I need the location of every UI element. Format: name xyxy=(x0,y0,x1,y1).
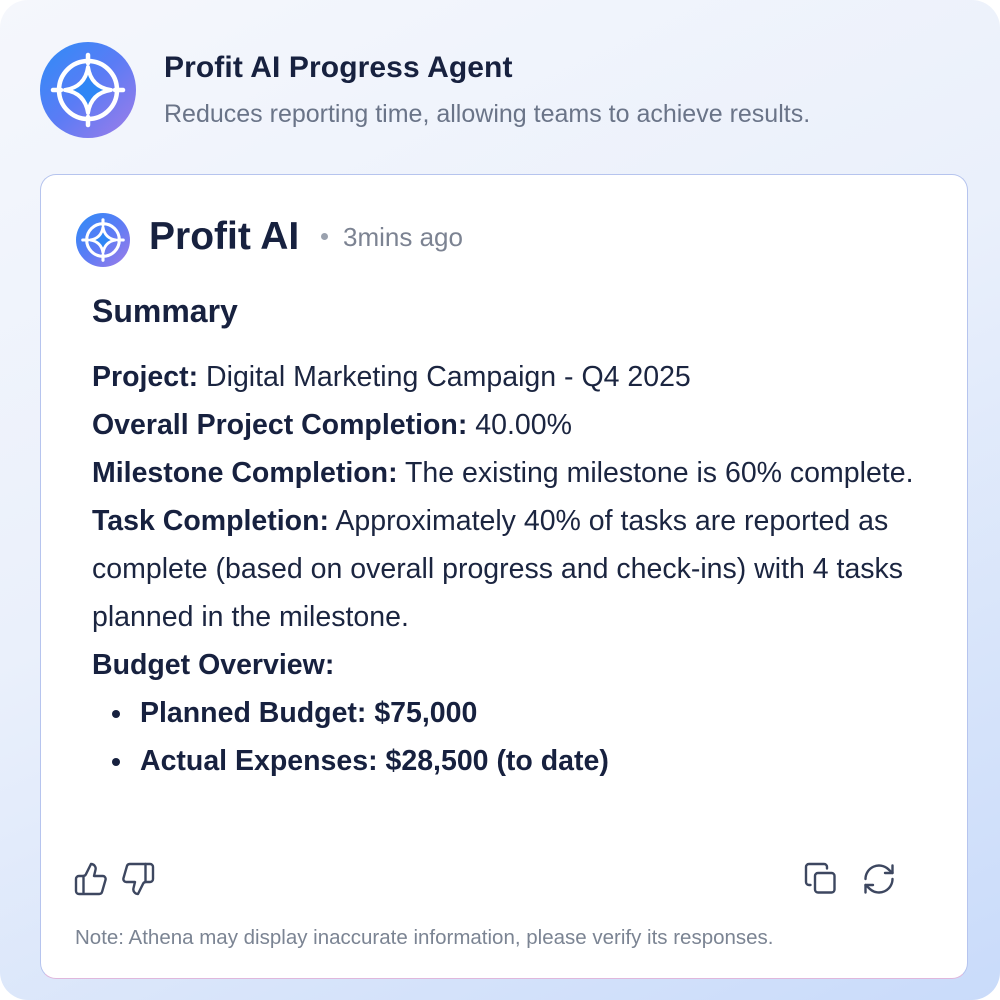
regenerate-button[interactable] xyxy=(861,861,897,897)
agent-title: Profit AI Progress Agent xyxy=(164,51,513,84)
milestone-line: Milestone Completion: The existing miles… xyxy=(92,449,932,497)
message-card: Profit AI 3mins ago Summary Project: Dig… xyxy=(40,174,968,979)
milestone-label: Milestone Completion: xyxy=(92,457,398,489)
budget-list: Planned Budget: $75,000 Actual Expenses:… xyxy=(92,689,932,785)
thumbs-down-icon xyxy=(122,862,155,896)
project-label: Project: xyxy=(92,361,199,393)
list-item: Actual Expenses: $28,500 (to date) xyxy=(92,737,932,785)
milestone-value: The existing milestone is 60% complete. xyxy=(405,457,914,489)
thumbs-down-button[interactable] xyxy=(120,861,156,897)
sender-name: Profit AI xyxy=(149,215,300,258)
project-line: Project: Digital Marketing Campaign - Q4… xyxy=(92,353,932,401)
sparkle-compass-icon xyxy=(81,218,125,262)
copy-button[interactable] xyxy=(803,861,839,897)
copy-icon xyxy=(804,862,836,894)
completion-label: Overall Project Completion: xyxy=(92,409,468,441)
message-body: Project: Digital Marketing Campaign - Q4… xyxy=(92,353,932,785)
budget-heading: Budget Overview: xyxy=(92,641,932,689)
completion-value: 40.00% xyxy=(475,409,572,441)
task-label: Task Completion: xyxy=(92,505,329,537)
budget-label: Budget Overview: xyxy=(92,649,335,681)
completion-line: Overall Project Completion: 40.00% xyxy=(92,401,932,449)
separator-dot xyxy=(321,233,328,240)
message-timestamp: 3mins ago xyxy=(343,222,463,252)
sender-avatar-icon xyxy=(76,213,130,267)
project-value: Digital Marketing Campaign - Q4 2025 xyxy=(206,361,691,393)
sparkle-compass-icon xyxy=(50,52,126,128)
disclaimer-note: Note: Athena may display inaccurate info… xyxy=(75,926,774,949)
list-item: Planned Budget: $75,000 xyxy=(92,689,932,737)
thumbs-up-icon xyxy=(74,862,107,896)
summary-heading: Summary xyxy=(92,293,238,329)
agent-panel: Profit AI Progress Agent Reduces reporti… xyxy=(0,0,1000,1000)
thumbs-up-button[interactable] xyxy=(73,861,109,897)
regenerate-icon xyxy=(864,864,894,894)
agent-subtitle: Reduces reporting time, allowing teams t… xyxy=(164,100,811,128)
task-line: Task Completion: Approximately 40% of ta… xyxy=(92,497,932,641)
agent-logo-icon xyxy=(40,42,136,138)
